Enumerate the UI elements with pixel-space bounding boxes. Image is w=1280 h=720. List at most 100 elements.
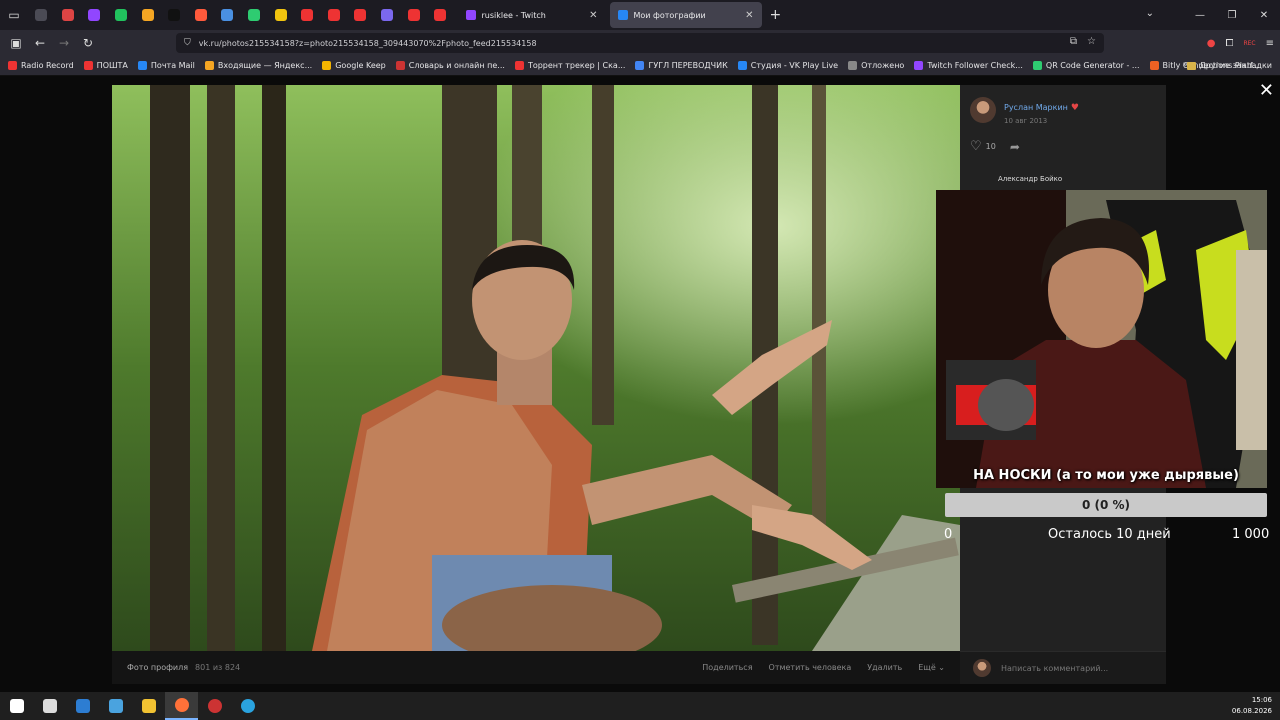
other-bookmarks[interactable]: Другие закладки: [1186, 61, 1272, 70]
pinned-tab[interactable]: [267, 0, 294, 30]
photo-action-1[interactable]: Отметить человека: [769, 663, 852, 672]
task-view-icon[interactable]: [33, 692, 66, 720]
toolbar-extensions: ● ⧠ REC ≡: [1207, 30, 1274, 56]
bookmark-item[interactable]: Google Keep: [322, 61, 386, 70]
author-name[interactable]: Руслан Маркин: [1004, 103, 1068, 112]
reload-icon[interactable]: ↻: [76, 30, 100, 56]
minimize-icon[interactable]: —: [1184, 0, 1216, 30]
pinned-tab[interactable]: [28, 0, 55, 30]
bookmark-item[interactable]: Twitch Follower Check...: [914, 61, 1023, 70]
pinned-tab[interactable]: [161, 0, 188, 30]
pinned-tab-favicon-icon: [434, 9, 447, 21]
bookmark-item[interactable]: Торрент трекер | Ска...: [514, 61, 626, 70]
window-controls: — ❐ ✕: [1184, 0, 1280, 30]
like-icon[interactable]: ♡: [970, 139, 982, 154]
back-icon[interactable]: ←: [28, 30, 52, 56]
comment-input-bar[interactable]: Написать комментарий...: [960, 651, 1166, 684]
photo-action-2[interactable]: Удалить: [867, 663, 902, 672]
pinned-tab[interactable]: [188, 0, 215, 30]
extension-record-icon[interactable]: ●: [1207, 38, 1216, 49]
windows-start-icon[interactable]: [0, 692, 33, 720]
bookmark-item[interactable]: Студия - VK Play Live: [737, 61, 838, 70]
pinned-tabs: [28, 0, 454, 30]
screenshot-icon[interactable]: ⧉: [1070, 36, 1077, 47]
bookmark-item[interactable]: Почта Mail: [137, 61, 195, 70]
bookmark-item[interactable]: Входящие — Яндекс...: [204, 61, 312, 70]
bookmark-label: Почта Mail: [150, 61, 195, 70]
extension-badge[interactable]: REC: [1243, 40, 1255, 47]
window-close-icon[interactable]: ✕: [1248, 0, 1280, 30]
tab-vk-photos[interactable]: Мои фотографии ✕: [609, 2, 762, 28]
sidebar-icon[interactable]: ▣: [4, 30, 28, 56]
folder-icon: [1186, 61, 1196, 70]
bookmark-item[interactable]: Отложено: [848, 61, 904, 70]
photo-action-3[interactable]: Ещё ⌄: [918, 663, 945, 672]
address-bar[interactable]: ⛉ vk.ru/photos215534158?z=photo215534158…: [176, 33, 1104, 53]
bookmark-label: Google Keep: [335, 61, 386, 70]
pinned-tab-favicon-icon: [274, 9, 287, 21]
pinned-tab[interactable]: [81, 0, 108, 30]
menu-icon[interactable]: ≡: [1266, 38, 1274, 49]
list-all-tabs-icon[interactable]: ⌄: [1146, 8, 1154, 19]
photo-action-0[interactable]: Поделиться: [702, 663, 752, 672]
photo[interactable]: [112, 85, 960, 651]
pinned-tab[interactable]: [374, 0, 401, 30]
extensions-icon[interactable]: ⧠: [1225, 38, 1233, 49]
bookmark-favicon-icon: [514, 61, 524, 70]
bookmark-item[interactable]: Словарь и онлайн пе...: [395, 61, 505, 70]
comment-author[interactable]: Александр Бойко: [998, 175, 1062, 183]
pinned-tab[interactable]: [55, 0, 82, 30]
pinned-tab[interactable]: [427, 0, 454, 30]
pinned-tab-favicon-icon: [381, 9, 394, 21]
windows-taskbar: 15:06 06.08.2026: [0, 692, 1280, 720]
close-viewer-icon[interactable]: ✕: [1259, 80, 1274, 101]
pinned-tab[interactable]: [400, 0, 427, 30]
telegram-icon[interactable]: [231, 692, 264, 720]
close-tab-icon[interactable]: ✕: [745, 10, 753, 21]
pinned-tab[interactable]: [108, 0, 135, 30]
restore-icon[interactable]: ❐: [1216, 0, 1248, 30]
author-avatar[interactable]: [970, 97, 996, 123]
close-tab-icon[interactable]: ✕: [589, 10, 597, 21]
share-icon[interactable]: ➦: [1010, 140, 1020, 154]
forward-icon[interactable]: →: [52, 30, 76, 56]
new-tab-icon[interactable]: +: [770, 7, 782, 23]
pinned-tab[interactable]: [241, 0, 268, 30]
goal-min: 0: [944, 527, 953, 542]
system-clock[interactable]: 15:06 06.08.2026: [1232, 695, 1272, 717]
pinned-tab[interactable]: [347, 0, 374, 30]
site-info-icon[interactable]: ⛉: [184, 38, 191, 48]
pinned-tab[interactable]: [134, 0, 161, 30]
pinned-tab[interactable]: [294, 0, 321, 30]
firefox-icon[interactable]: [165, 692, 198, 720]
pinned-tab-favicon-icon: [221, 9, 234, 21]
obs-icon[interactable]: [198, 692, 231, 720]
tab-twitch[interactable]: rusiklee - Twitch ✕: [458, 2, 606, 28]
bookmark-item[interactable]: ПОШТА: [83, 61, 128, 70]
file-explorer-icon[interactable]: [132, 692, 165, 720]
telegram-icon-glyph: [240, 699, 255, 713]
store-icon-glyph: [108, 699, 123, 713]
pinned-tab[interactable]: [214, 0, 241, 30]
tab-overview-icon[interactable]: ▭: [0, 0, 28, 30]
bookmark-item[interactable]: Radio Record: [8, 61, 74, 70]
heart-icon: ♥: [1070, 103, 1079, 113]
pinned-tab[interactable]: [321, 0, 348, 30]
comment-input[interactable]: Написать комментарий...: [1001, 664, 1108, 673]
pinned-tab-favicon-icon: [141, 9, 154, 21]
pinned-tab-favicon-icon: [61, 9, 74, 21]
goal-progress-text: 0 (0 %): [1081, 498, 1131, 512]
pinned-tab-favicon-icon: [354, 9, 367, 21]
windows-start-icon-glyph: [9, 699, 24, 713]
bookmark-star-icon[interactable]: ☆: [1087, 36, 1096, 47]
file-explorer-icon-glyph: [141, 699, 156, 713]
calculator-icon-glyph: [75, 699, 90, 713]
bookmark-label: Торрент трекер | Ска...: [527, 61, 626, 70]
bookmark-favicon-icon: [1149, 61, 1159, 70]
album-label[interactable]: Фото профиля: [127, 663, 188, 672]
bookmark-item[interactable]: QR Code Generator - ...: [1032, 61, 1140, 70]
bookmark-item[interactable]: ГУГЛ ПЕРЕВОДЧИК: [635, 61, 728, 70]
calculator-icon[interactable]: [66, 692, 99, 720]
twitch-icon: [465, 10, 476, 20]
store-icon[interactable]: [99, 692, 132, 720]
